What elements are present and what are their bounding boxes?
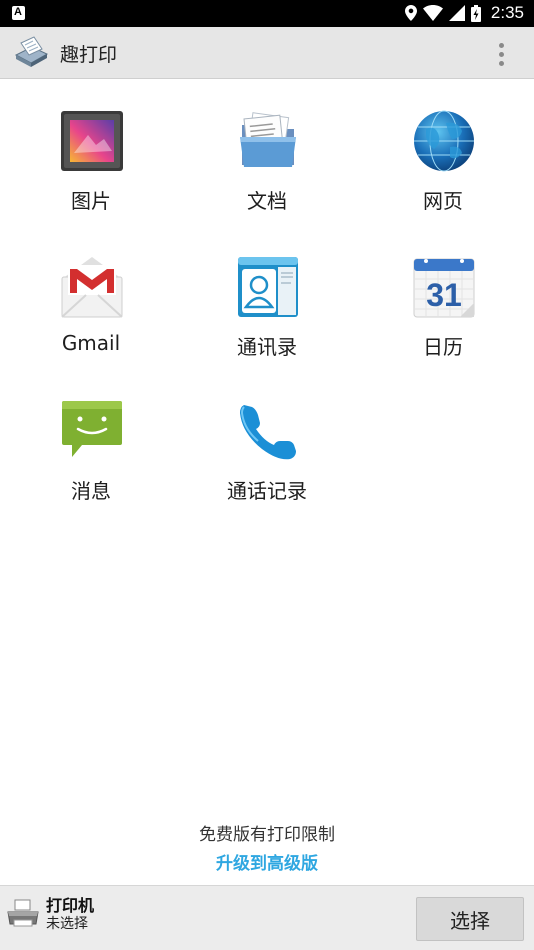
folder-documents-icon — [240, 112, 296, 167]
photos-icon — [61, 111, 123, 171]
select-printer-button[interactable]: 选择 — [416, 897, 524, 941]
contacts-icon — [238, 257, 298, 317]
messages-icon — [62, 401, 122, 457]
tile-calendar[interactable]: 31 日历 — [354, 225, 532, 365]
globe-icon — [414, 110, 474, 172]
wifi-icon — [422, 5, 443, 21]
upgrade-link[interactable]: 升级到高级版 — [0, 849, 534, 874]
location-icon — [404, 5, 417, 21]
tile-photos[interactable]: 图片 — [2, 79, 180, 219]
printer-icon — [7, 899, 39, 927]
tile-web[interactable]: 网页 — [354, 79, 532, 219]
gmail-icon — [61, 257, 123, 318]
tile-messages[interactable]: 消息 — [2, 369, 180, 509]
status-icons: 2:35 — [404, 3, 524, 23]
tile-label: 网页 — [423, 189, 463, 213]
printer-status: 未选择 — [46, 916, 88, 932]
tile-label: 文档 — [247, 189, 287, 213]
battery-icon — [470, 4, 481, 22]
status-bar: A 2:35 — [0, 0, 534, 27]
overflow-menu-button[interactable] — [486, 39, 516, 69]
tile-label: 通讯录 — [237, 335, 297, 359]
signal-icon — [448, 5, 465, 21]
printer-bar: 打印机 未选择 选择 — [0, 885, 534, 950]
app-logo-icon — [14, 36, 49, 67]
clock: 2:35 — [490, 3, 524, 22]
calendar-day-text: 31 — [426, 277, 462, 313]
phone-icon — [240, 405, 296, 460]
app-bar: 趣打印 — [0, 27, 534, 79]
tile-gmail[interactable]: Gmail — [2, 225, 180, 365]
tile-label: Gmail — [61, 331, 121, 355]
tile-label: 通话记录 — [227, 479, 307, 503]
tile-call-log[interactable]: 通话记录 — [178, 369, 356, 509]
notification-icon: A — [12, 6, 25, 20]
promo-section: 免费版有打印限制 升级到高级版 — [0, 820, 534, 874]
tile-documents[interactable]: 文档 — [178, 79, 356, 219]
tile-contacts[interactable]: 通讯录 — [178, 225, 356, 365]
menu-dot-icon — [498, 42, 504, 48]
tile-label: 消息 — [71, 479, 111, 503]
app-title: 趣打印 — [60, 44, 118, 66]
menu-dot-icon — [498, 51, 504, 57]
menu-dot-icon — [498, 60, 504, 66]
tile-label: 图片 — [71, 189, 111, 213]
tile-label: 日历 — [423, 335, 463, 359]
free-version-notice: 免费版有打印限制 — [199, 825, 335, 845]
calendar-icon: 31 — [413, 258, 475, 318]
